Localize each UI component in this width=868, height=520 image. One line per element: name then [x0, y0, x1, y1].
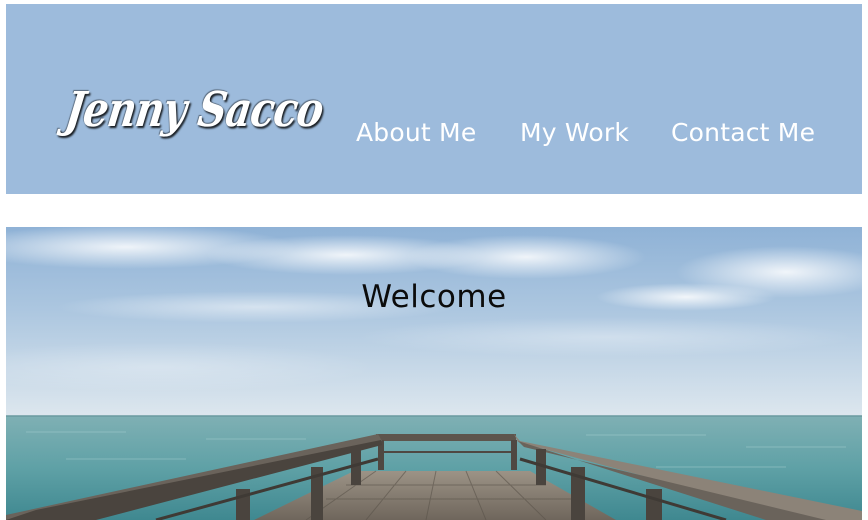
nav-link-about-me[interactable]: About Me	[356, 118, 476, 147]
nav-link-my-work[interactable]: My Work	[520, 118, 629, 147]
main-nav: About Me My Work Contact Me	[6, 118, 862, 158]
nav-link-contact-me[interactable]: Contact Me	[671, 118, 815, 147]
page: Jenny Sacco About Me My Work Contact Me	[0, 0, 868, 520]
site-header: Jenny Sacco About Me My Work Contact Me	[6, 4, 862, 194]
hero-heading: Welcome	[361, 279, 507, 315]
pier-over-sea-image	[6, 227, 862, 520]
hero-banner: Welcome	[6, 227, 862, 520]
